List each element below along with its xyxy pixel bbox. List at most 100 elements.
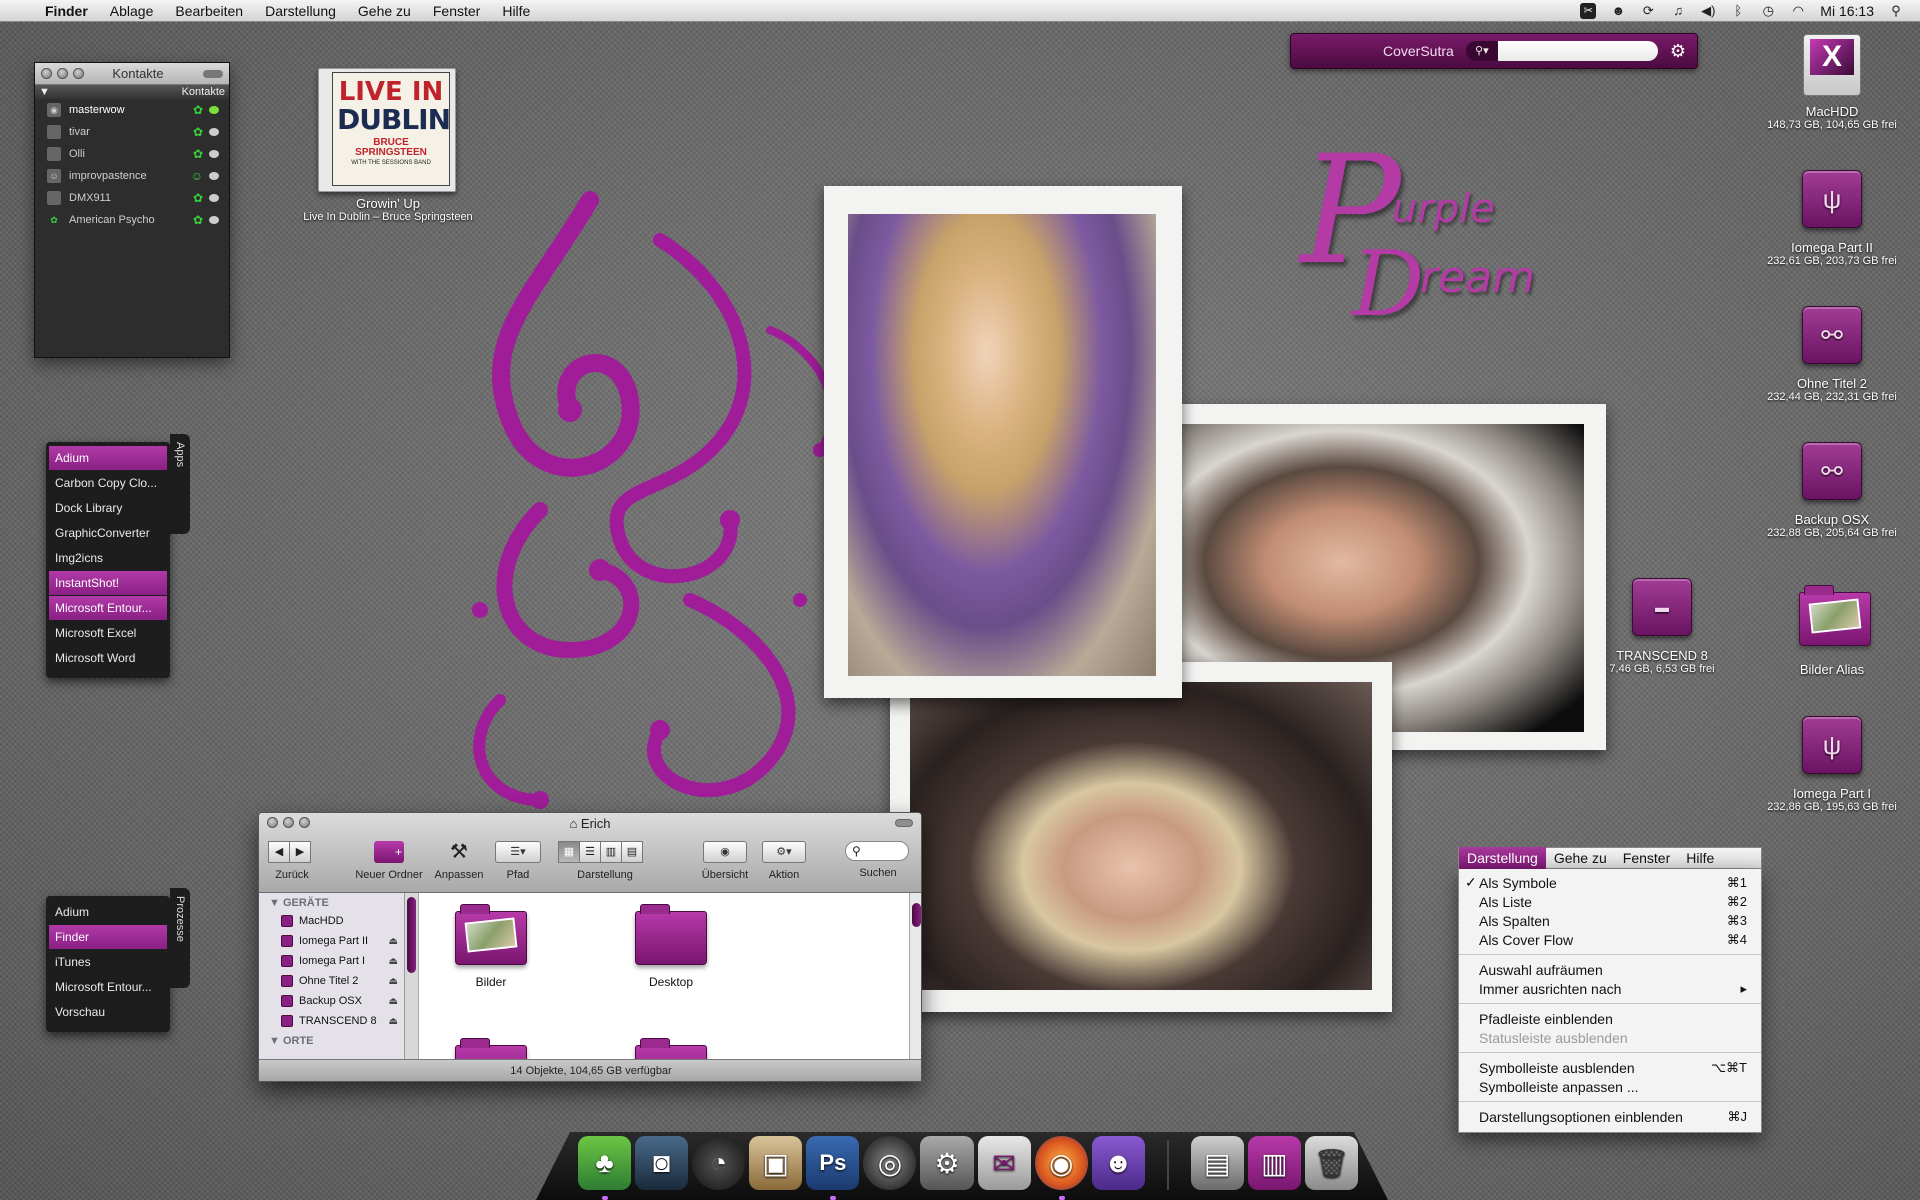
contact-row[interactable]: ◉ masterwow ✿ [35, 99, 229, 121]
close-button[interactable] [41, 68, 52, 79]
process-item-microsoft-entourage[interactable]: Microsoft Entour... [49, 975, 167, 999]
sidebar-item-iomega-part-ii[interactable]: Iomega Part II ⏏ [259, 931, 404, 951]
sidebar-item-transcend-8[interactable]: TRANSCEND 8 ⏏ [259, 1011, 404, 1031]
sidebar-item-machdd[interactable]: MacHDD [259, 911, 404, 931]
apps-drawer-tab[interactable]: Apps [170, 434, 190, 534]
cover-flow-button[interactable]: ▤ [621, 841, 643, 863]
eject-icon[interactable]: ⏏ [389, 1016, 398, 1027]
app-item-img2icns[interactable]: Img2icns [49, 546, 167, 570]
action-button[interactable]: ⚙▾ Aktion [759, 841, 809, 881]
bluetooth-icon[interactable]: ᛒ [1730, 3, 1746, 19]
desktop-icon-bilder-alias[interactable]: Bilder Alias [1762, 585, 1902, 677]
menu-fenster[interactable]: Fenster [422, 3, 491, 19]
mail-icon[interactable]: ✉ [977, 1136, 1031, 1190]
desktop-icon-ohne-titel-2[interactable]: ⚯ Ohne Titel 2 232,44 GB, 232,31 GB frei [1762, 302, 1902, 403]
minimize-button[interactable] [57, 68, 68, 79]
sidebar-item-backup-osx[interactable]: Backup OSX ⏏ [259, 991, 404, 1011]
process-item-adium[interactable]: Adium [49, 900, 167, 924]
menu-item-symbolleiste-ausblenden[interactable]: Symbolleiste ausblenden ⌥⌘T [1459, 1058, 1761, 1077]
desktop-icon-iomega-part-i[interactable]: ψ Iomega Part I 232,86 GB, 195,63 GB fre… [1762, 712, 1902, 813]
robot-icon[interactable]: ☻ [1610, 3, 1626, 19]
desktop-icon-iomega-part-ii[interactable]: ψ Iomega Part II 232,61 GB, 203,73 GB fr… [1762, 166, 1902, 267]
album-artwork[interactable]: LIVE IN DUBLIN BRUCE SPRINGSTEEN WITH TH… [318, 68, 456, 192]
sidebar-scrollbar[interactable] [405, 893, 419, 1061]
zoom-button[interactable] [73, 68, 84, 79]
menu-app-finder[interactable]: Finder [34, 3, 99, 19]
wifi-icon[interactable]: ◠ [1790, 3, 1806, 19]
instantshot-icon[interactable]: ◙ [635, 1136, 689, 1190]
iphoto-icon[interactable]: ▣ [749, 1136, 803, 1190]
sidebar-item-iomega-part-i[interactable]: Iomega Part I ⏏ [259, 951, 404, 971]
contact-row[interactable]: Olli ✿ [35, 143, 229, 165]
app-item-microsoft-entourage[interactable]: Microsoft Entour... [49, 596, 167, 620]
app-item-dock-library[interactable]: Dock Library [49, 496, 167, 520]
toolbar-toggle-button[interactable] [895, 819, 913, 827]
app-item-adium[interactable]: Adium [49, 446, 167, 470]
menu-item-als-symbole[interactable]: ✓ Als Symbole ⌘1 [1459, 873, 1761, 892]
menu-bearbeiten[interactable]: Bearbeiten [164, 3, 254, 19]
scissors-icon[interactable]: ✂ [1580, 2, 1597, 19]
system-preferences-icon[interactable]: ⚙ [920, 1136, 974, 1190]
menu-item-als-spalten[interactable]: Als Spalten ⌘3 [1459, 911, 1761, 930]
photoshop-icon[interactable]: Ps [806, 1136, 860, 1200]
app-item-instantshot[interactable]: InstantShot! [49, 571, 167, 595]
sidebar-section-places[interactable]: ▼ ORTE [259, 1031, 404, 1049]
sidebar-section-devices[interactable]: ▼ GERÄTE [259, 893, 404, 911]
search-input[interactable]: ⚲ [845, 841, 909, 861]
scrollbar-thumb[interactable] [407, 897, 416, 973]
menu-fenster[interactable]: Fenster [1615, 847, 1678, 869]
menu-darstellung[interactable]: Darstellung [254, 3, 347, 19]
menu-item-als-liste[interactable]: Als Liste ⌘2 [1459, 892, 1761, 911]
menu-gehe-zu[interactable]: Gehe zu [347, 3, 422, 19]
contacts-titlebar[interactable]: Kontakte [35, 63, 229, 85]
app-item-microsoft-word[interactable]: Microsoft Word [49, 646, 167, 670]
eject-icon[interactable]: ⏏ [389, 956, 398, 967]
adium-duck-icon[interactable]: ☻ [1091, 1136, 1145, 1190]
menu-ablage[interactable]: Ablage [99, 3, 165, 19]
dashboard-icon[interactable]: ◔ [692, 1136, 746, 1190]
back-button[interactable]: ◀ [268, 841, 290, 863]
contacts-group-header[interactable]: ▼ Kontakte [35, 85, 229, 99]
scrollbar-thumb[interactable] [912, 903, 921, 927]
volume-icon[interactable]: ◀) [1700, 3, 1716, 19]
menu-item-symbolleiste-anpassen[interactable]: Symbolleiste anpassen ... [1459, 1077, 1761, 1096]
process-drawer-tab[interactable]: Prozesse [170, 888, 190, 988]
music-note-icon[interactable]: ♫ [1670, 3, 1686, 19]
new-folder-button[interactable]: + Neuer Ordner [351, 841, 427, 881]
menu-item-pfadleiste-einblenden[interactable]: Pfadleiste einblenden [1459, 1009, 1761, 1028]
process-item-itunes[interactable]: iTunes [49, 950, 167, 974]
path-button[interactable]: ☰▾ Pfad [495, 841, 541, 881]
app-item-graphicconverter[interactable]: GraphicConverter [49, 521, 167, 545]
contact-row[interactable]: ☺ improvpastence ☺ [35, 165, 229, 187]
pictures-stack-icon[interactable]: ▤ [1190, 1136, 1244, 1190]
toolbar-toggle-button[interactable] [203, 69, 223, 78]
documents-stack-icon[interactable]: ▥ [1247, 1136, 1301, 1190]
speaker-icon[interactable]: ◎ [863, 1136, 917, 1190]
eject-icon[interactable]: ⏏ [389, 976, 398, 987]
menu-item-auswahl-aufraeumen[interactable]: Auswahl aufräumen [1459, 960, 1761, 979]
forward-button[interactable]: ▶ [289, 841, 311, 863]
time-machine-icon[interactable]: ◷ [1760, 3, 1776, 19]
app-item-microsoft-excel[interactable]: Microsoft Excel [49, 621, 167, 645]
folder-item-bilder[interactable]: Bilder [431, 904, 551, 989]
menu-gehe-zu[interactable]: Gehe zu [1546, 847, 1615, 869]
menu-hilfe[interactable]: Hilfe [1678, 847, 1722, 869]
customize-button[interactable]: ⚒ Anpassen [431, 841, 487, 881]
menu-darstellung-open[interactable]: Darstellung [1459, 847, 1546, 869]
contact-row[interactable]: tivar ✿ [35, 121, 229, 143]
adium-icon[interactable]: ♣ [578, 1136, 632, 1200]
desktop-icon-backup-osx[interactable]: ⚯ Backup OSX 232,88 GB, 205,64 GB frei [1762, 438, 1902, 539]
spotlight-icon[interactable]: ⚲ [1888, 3, 1904, 19]
sidebar-item-ohne-titel-2[interactable]: Ohne Titel 2 ⏏ [259, 971, 404, 991]
list-view-button[interactable]: ☰ [579, 841, 601, 863]
firefox-icon[interactable]: ◉ [1034, 1136, 1088, 1200]
gear-icon[interactable]: ⚙ [1670, 41, 1686, 62]
process-item-finder[interactable]: Finder [49, 925, 167, 949]
folder-item-desktop[interactable]: Desktop [611, 904, 731, 989]
icon-view-button[interactable]: ▦ [558, 841, 580, 863]
menubar-clock[interactable]: Mi 16:13 [1820, 3, 1874, 19]
content-scrollbar[interactable] [909, 893, 921, 1061]
trash-icon[interactable]: 🗑 [1304, 1136, 1358, 1190]
eject-icon[interactable]: ⏏ [389, 996, 398, 1007]
desktop-icon-transcend-8[interactable]: ▬ TRANSCEND 8 7,46 GB, 6,53 GB frei [1592, 574, 1732, 675]
